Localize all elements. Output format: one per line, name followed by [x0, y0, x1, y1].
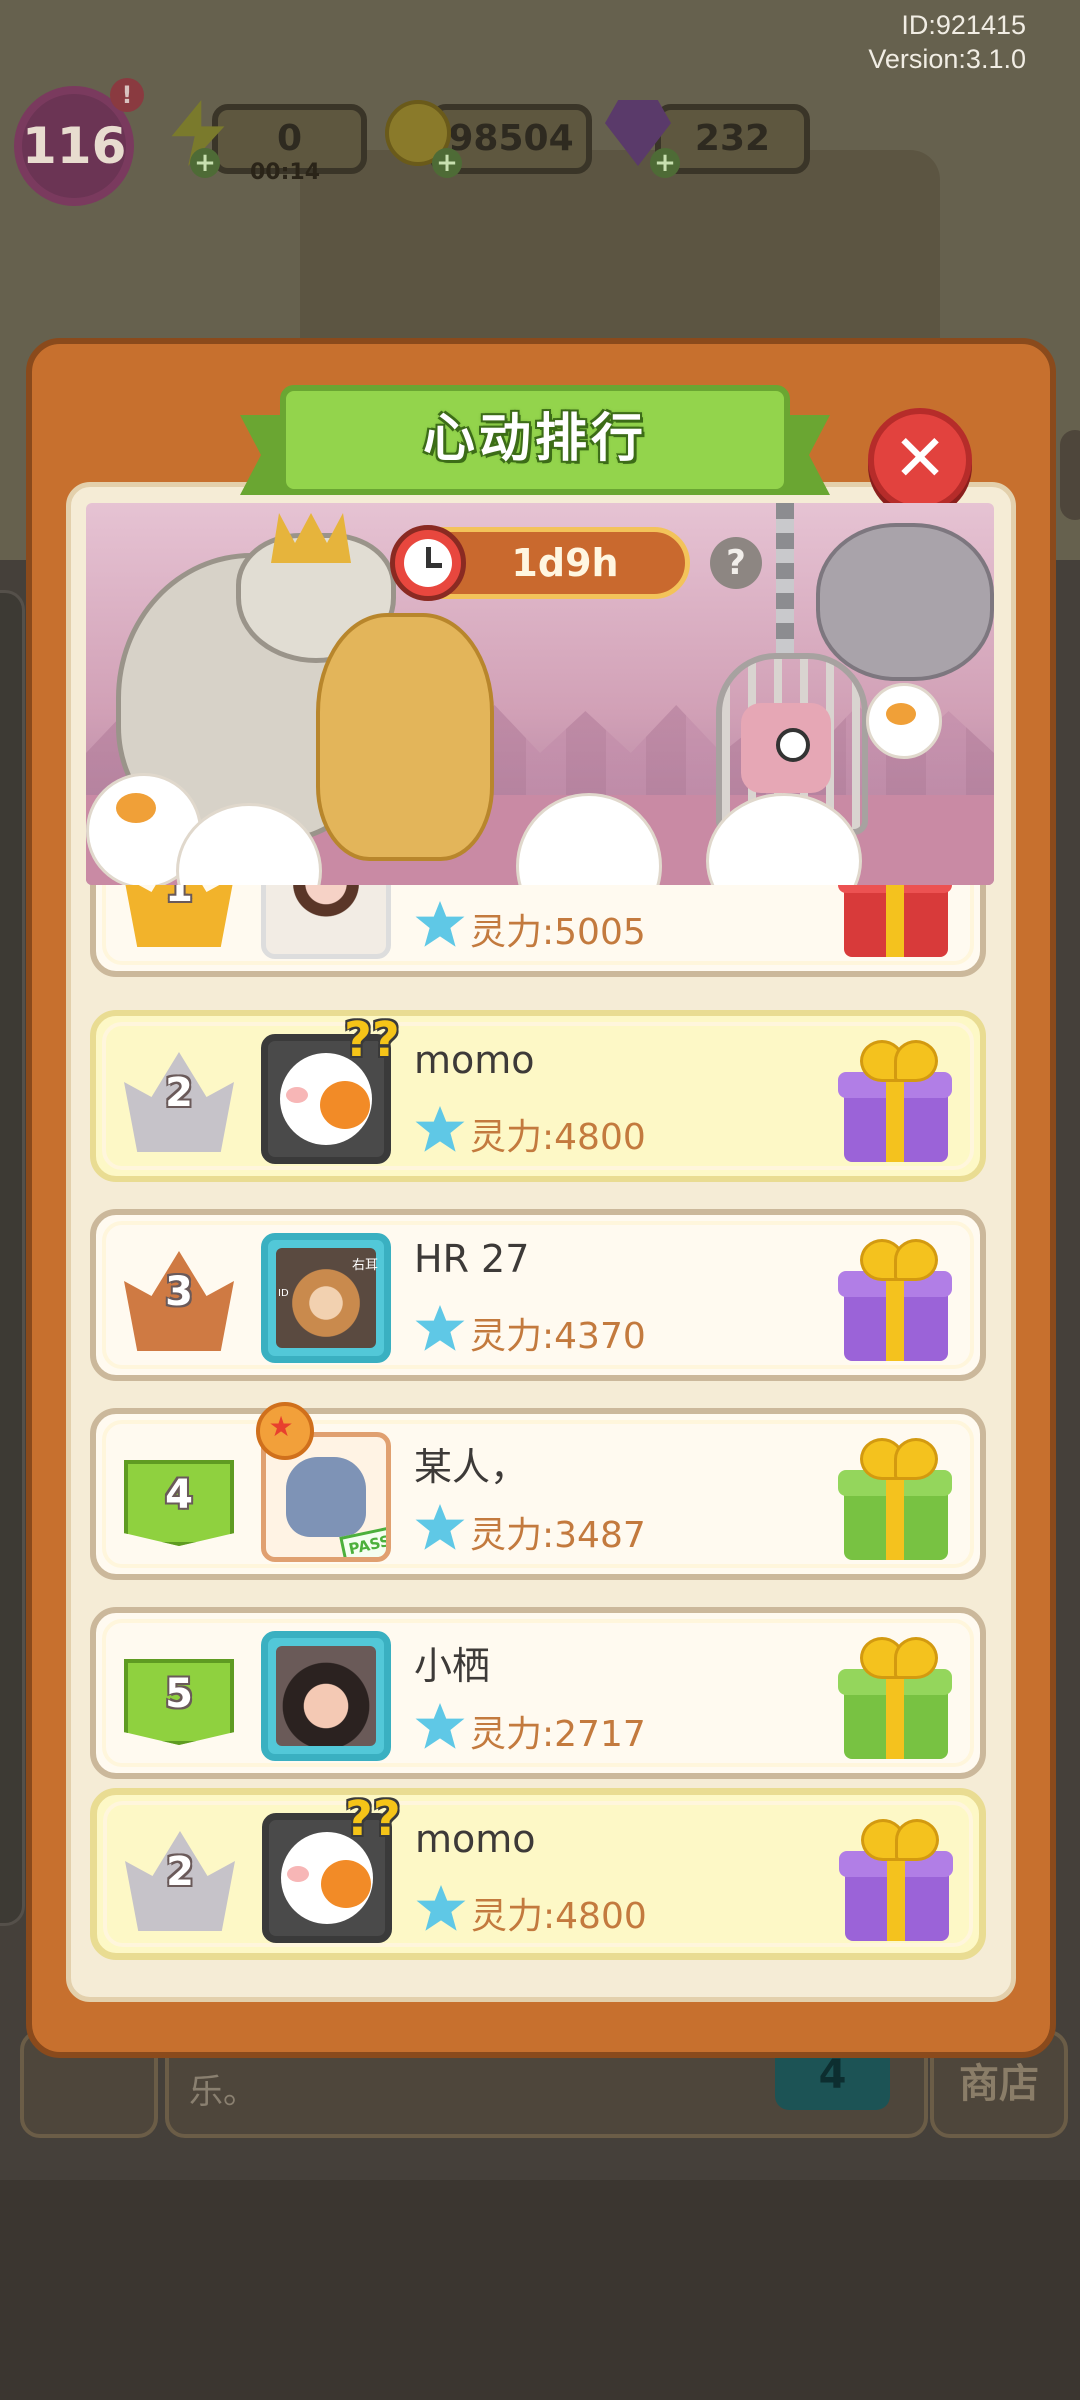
my-rank-row[interactable]: 2 ?? momo 灵力:4800 [90, 1788, 986, 1960]
reward-gift[interactable] [839, 1819, 953, 1943]
rank-number: 3 [165, 1269, 193, 1315]
energy-plus-icon[interactable]: + [190, 148, 220, 178]
duck-beak [321, 1860, 371, 1908]
player-name: 小栖 [414, 1644, 491, 1688]
gift-bow [894, 1438, 938, 1480]
duck-beak [886, 703, 916, 725]
background-bottom [0, 2180, 1080, 2400]
crown-icon [271, 513, 351, 563]
duck-cheek [287, 1866, 309, 1882]
chain [776, 503, 794, 653]
reward-gift[interactable] [838, 1040, 952, 1164]
gift-ribbon [886, 1669, 904, 1759]
rank-number: 2 [165, 1070, 193, 1116]
player-name: momo [414, 1038, 535, 1082]
gift-ribbon [887, 1851, 905, 1941]
close-icon: ✕ [893, 422, 947, 496]
reward-gift[interactable] [838, 1637, 952, 1761]
leaderboard-row[interactable]: 4 PASS ★ 某人， 灵力:3487 [90, 1402, 986, 1580]
rank-number: 5 [165, 1671, 193, 1717]
duck-beak [116, 793, 156, 823]
gem-plus-icon[interactable]: + [650, 148, 680, 178]
power-value: 灵力:4800 [470, 1117, 646, 1158]
avatar-image [274, 885, 378, 946]
player-name: HR 27 [414, 1237, 530, 1281]
photo-caption: ID [278, 1288, 289, 1299]
stitch-sticker [286, 1457, 366, 1537]
chat-text: 乐。 [189, 2072, 257, 2112]
player-id: ID:921415 [901, 10, 1026, 40]
rank-badge: 1 [124, 885, 234, 947]
power-value: 灵力:4370 [470, 1316, 646, 1357]
power-value: 灵力:3487 [470, 1515, 646, 1556]
rank-badge: 2 [125, 1831, 235, 1931]
reward-gift[interactable] [838, 1239, 952, 1363]
banner-plate: 心动排行 [280, 385, 790, 495]
duck-beak [320, 1081, 370, 1129]
modal-title: 心动排行 [422, 409, 647, 469]
leaderboard-row[interactable]: 5 小栖 灵力:2717 [90, 1607, 986, 1779]
timer-text: 1d9h [511, 541, 619, 585]
gift-ribbon [886, 1271, 904, 1361]
clock-hand [426, 563, 442, 568]
gift-ribbon [886, 1072, 904, 1162]
background-side-tab [1060, 430, 1080, 520]
gift-bow [895, 1819, 939, 1861]
gift-ribbon [886, 1470, 904, 1560]
build-info: ID:921415 Version:3.1.0 [868, 8, 1026, 76]
question-marks-icon: ?? [344, 1012, 400, 1068]
energy-timer: 00:14 [250, 160, 321, 185]
gift-bow [894, 1239, 938, 1281]
gargoyle-statue [816, 523, 994, 681]
gem-value: 232 [694, 118, 771, 159]
golden-figure [316, 613, 494, 861]
medal-star: ★ [268, 1410, 294, 1443]
player-name: 某人， [414, 1445, 529, 1489]
girl-photo [276, 1646, 376, 1746]
power-value: 灵力:4800 [471, 1896, 647, 1937]
level-number: 116 [22, 117, 127, 175]
reward-gift[interactable] [838, 1438, 952, 1562]
coin-plus-icon[interactable]: + [432, 148, 462, 178]
reward-gift[interactable] [838, 885, 952, 959]
photo-caption: 右耳 [352, 1258, 379, 1273]
background-side-panel [0, 590, 25, 1926]
rank-badge: 5 [124, 1649, 234, 1745]
avatar[interactable] [261, 885, 391, 959]
rank-badge: 2 [124, 1052, 234, 1152]
gift-ribbon [886, 885, 904, 957]
clock-face [404, 539, 452, 587]
leaderboard-row[interactable]: 1 灵力:5005 [90, 885, 986, 977]
help-icon[interactable]: ? [710, 537, 762, 589]
rank-badge: 3 [124, 1251, 234, 1351]
power-value: 灵力:5005 [470, 912, 646, 953]
question-marks-icon: ?? [345, 1791, 401, 1847]
avatar[interactable] [261, 1631, 391, 1761]
leaderboard-row[interactable]: 2 ?? momo 灵力:4800 [90, 1010, 986, 1182]
medal-icon: ★ [256, 1402, 314, 1460]
coin-value: 98504 [448, 118, 574, 159]
rank-badge: 4 [124, 1450, 234, 1546]
gift-bow [894, 1040, 938, 1082]
gift-bow [894, 1637, 938, 1679]
rank-number: 4 [165, 1472, 193, 1518]
close-button[interactable]: ✕ [868, 408, 972, 512]
duck-cheek [286, 1087, 308, 1103]
player-name: momo [415, 1817, 536, 1861]
leaderboard-row[interactable]: 3 ID 右耳 HR 27 灵力:4370 [90, 1209, 986, 1381]
power-value: 灵力:2717 [470, 1714, 646, 1755]
version-label: Version:3.1.0 [868, 44, 1026, 74]
rank-number: 1 [165, 885, 193, 911]
alert-icon: ! [110, 78, 144, 112]
title-banner: 心动排行 [240, 385, 830, 505]
leaderboard-list[interactable]: 1 灵力:5005 2 ?? momo 灵力:4800 3 ID 右耳 HR 2… [86, 885, 994, 1985]
energy-value: 0 [276, 118, 303, 159]
rank-number: 2 [166, 1849, 194, 1895]
avatar[interactable]: ID 右耳 [261, 1233, 391, 1363]
creature-eye [776, 728, 810, 762]
clock-icon [390, 525, 466, 601]
